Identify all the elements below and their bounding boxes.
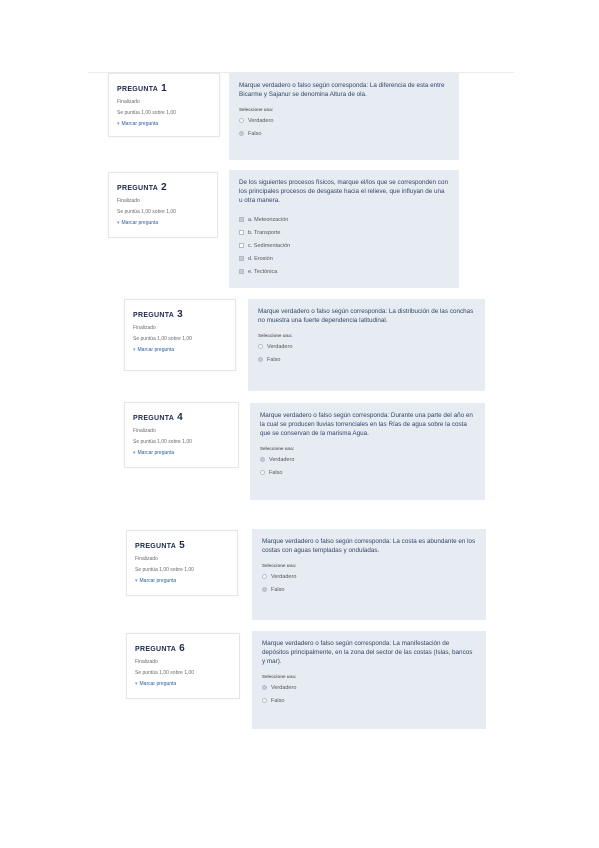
question-content-4: Marque verdadero o falso según correspon… bbox=[250, 403, 485, 500]
question-status: Finalizado bbox=[135, 659, 158, 665]
radio-icon[interactable] bbox=[260, 457, 265, 462]
flag-question-link[interactable]: ▾ Marcar pregunta bbox=[117, 220, 217, 226]
question-number: PREGUNTA 2 bbox=[117, 182, 168, 193]
radio-icon[interactable] bbox=[262, 587, 267, 592]
flag-icon: ▾ bbox=[117, 121, 120, 127]
radio-icon[interactable] bbox=[258, 344, 263, 349]
option-falso[interactable]: Falso bbox=[258, 355, 475, 364]
flag-icon: ▾ bbox=[133, 450, 136, 456]
question-text: Marque verdadero o falso según correspon… bbox=[262, 538, 476, 554]
radio-icon[interactable] bbox=[262, 574, 267, 579]
select-label: Seleccione una: bbox=[260, 446, 295, 451]
question-text: Marque verdadero o falso según correspon… bbox=[239, 82, 445, 98]
question-mark: Se puntúa 1,00 sobre 1,00 bbox=[135, 670, 194, 676]
question-info-5: PREGUNTA 5 Finalizado Se puntúa 1,00 sobr… bbox=[126, 530, 238, 596]
checkbox-icon[interactable] bbox=[239, 243, 244, 248]
radio-icon[interactable] bbox=[258, 357, 263, 362]
option-falso[interactable]: Falso bbox=[239, 129, 449, 138]
question-text: Marque verdadero o falso según correspon… bbox=[260, 412, 473, 437]
question-info-2: PREGUNTA 2 Finalizado Se puntúa 1,00 sobr… bbox=[108, 172, 218, 238]
option-c[interactable]: c. Sedimentación bbox=[239, 241, 449, 250]
option-falso[interactable]: Falso bbox=[260, 468, 475, 477]
question-number: PREGUNTA 4 bbox=[133, 412, 184, 423]
question-content-3: Marque verdadero o falso según correspon… bbox=[248, 299, 485, 391]
flag-question-link[interactable]: ▾ Marcar pregunta bbox=[133, 347, 235, 353]
checkbox-icon[interactable] bbox=[239, 230, 244, 235]
option-d[interactable]: d. Erosión bbox=[239, 254, 449, 263]
checkbox-icon[interactable] bbox=[239, 269, 244, 274]
select-label: Seleccione una: bbox=[262, 674, 297, 679]
question-status: Finalizado bbox=[117, 99, 140, 105]
question-content-5: Marque verdadero o falso según correspon… bbox=[252, 529, 486, 620]
question-mark: Se puntúa 1,00 sobre 1,00 bbox=[117, 209, 176, 215]
question-status: Finalizado bbox=[133, 428, 156, 434]
radio-icon[interactable] bbox=[262, 698, 267, 703]
question-number: PREGUNTA 5 bbox=[135, 540, 186, 551]
option-verdadero[interactable]: Verdadero bbox=[262, 572, 476, 581]
flag-question-link[interactable]: ▾ Marcar pregunta bbox=[135, 578, 237, 584]
question-text: Marque verdadero o falso según correspon… bbox=[262, 640, 473, 665]
flag-icon: ▾ bbox=[135, 578, 138, 584]
question-mark: Se puntúa 1,00 sobre 1,00 bbox=[133, 336, 192, 342]
option-falso[interactable]: Falso bbox=[262, 585, 476, 594]
question-number: PREGUNTA 3 bbox=[133, 309, 184, 320]
question-status: Finalizado bbox=[135, 556, 158, 562]
question-status: Finalizado bbox=[117, 198, 140, 204]
flag-question-link[interactable]: ▾ Marcar pregunta bbox=[135, 681, 239, 687]
question-info-6: PREGUNTA 6 Finalizado Se puntúa 1,00 sobr… bbox=[126, 633, 240, 699]
radio-icon[interactable] bbox=[262, 685, 267, 690]
question-content-1: Marque verdadero o falso según correspon… bbox=[229, 73, 459, 160]
select-label: Seleccione una: bbox=[239, 107, 274, 112]
flag-question-link[interactable]: ▾ Marcar pregunta bbox=[133, 450, 238, 456]
select-label: Seleccione una: bbox=[262, 563, 297, 568]
flag-icon: ▾ bbox=[117, 220, 120, 226]
question-text: Marque verdadero o falso según correspon… bbox=[258, 308, 474, 324]
option-a[interactable]: a. Meteorización bbox=[239, 215, 449, 224]
flag-icon: ▾ bbox=[133, 347, 136, 353]
radio-icon[interactable] bbox=[239, 131, 244, 136]
radio-icon[interactable] bbox=[260, 470, 265, 475]
option-verdadero[interactable]: Verdadero bbox=[260, 455, 475, 464]
question-number: PREGUNTA 1 bbox=[117, 83, 168, 94]
checkbox-icon[interactable] bbox=[239, 217, 244, 222]
radio-icon[interactable] bbox=[239, 118, 244, 123]
flag-question-link[interactable]: ▾ Marcar pregunta bbox=[117, 121, 219, 127]
question-status: Finalizado bbox=[133, 325, 156, 331]
option-verdadero[interactable]: Verdadero bbox=[262, 683, 476, 692]
question-mark: Se puntúa 1,00 sobre 1,00 bbox=[135, 567, 194, 573]
option-verdadero[interactable]: Verdadero bbox=[239, 116, 449, 125]
option-falso[interactable]: Falso bbox=[262, 696, 476, 705]
option-b[interactable]: b. Transporte bbox=[239, 228, 449, 237]
question-info-1: PREGUNTA 1 Finalizado Se puntúa 1,00 sobr… bbox=[108, 73, 220, 137]
question-text: De los siguientes procesos físicos, marq… bbox=[239, 179, 448, 204]
checkbox-icon[interactable] bbox=[239, 256, 244, 261]
option-e[interactable]: e. Tectónica bbox=[239, 267, 449, 276]
question-content-2: De los siguientes procesos físicos, marq… bbox=[229, 170, 459, 288]
question-info-3: PREGUNTA 3 Finalizado Se puntúa 1,00 sobr… bbox=[124, 299, 236, 371]
flag-icon: ▾ bbox=[135, 681, 138, 687]
question-content-6: Marque verdadero o falso según correspon… bbox=[252, 631, 486, 729]
question-number: PREGUNTA 6 bbox=[135, 643, 186, 654]
question-mark: Se puntúa 1,00 sobre 1,00 bbox=[133, 439, 192, 445]
select-label: Seleccione una: bbox=[258, 333, 293, 338]
question-info-4: PREGUNTA 4 Finalizado Se puntúa 1,00 sobr… bbox=[124, 402, 239, 468]
option-verdadero[interactable]: Verdadero bbox=[258, 342, 475, 351]
question-mark: Se puntúa 1,00 sobre 1,00 bbox=[117, 110, 176, 116]
